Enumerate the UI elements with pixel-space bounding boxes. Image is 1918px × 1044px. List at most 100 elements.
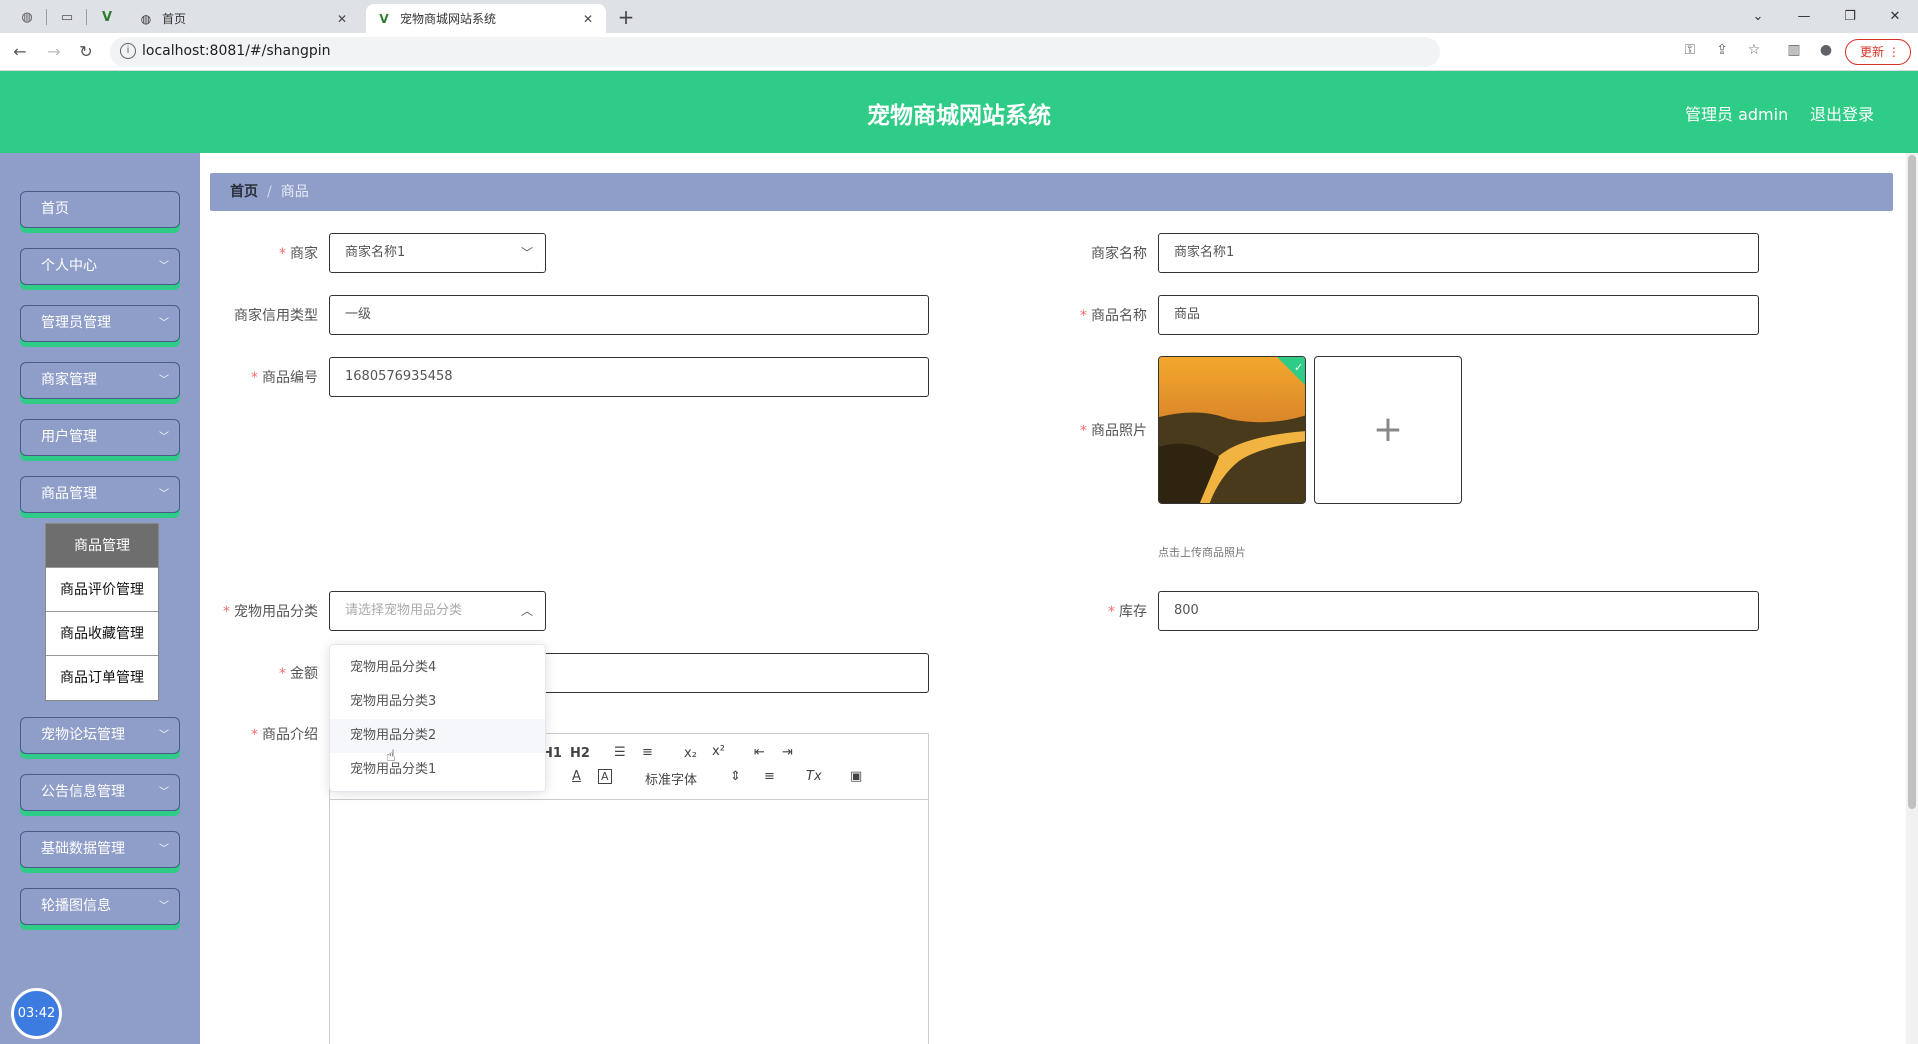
new-tab-button[interactable]: +: [614, 4, 638, 30]
product-photo-label: * 商品照片: [1037, 420, 1147, 440]
required-marker: *: [279, 666, 286, 682]
logout-link[interactable]: 退出登录: [1810, 101, 1874, 125]
merchant-name-field[interactable]: 商家名称1: [1158, 233, 1759, 273]
close-window-button[interactable]: ✕: [1872, 0, 1918, 33]
key-icon[interactable]: ⚿: [1680, 42, 1700, 62]
required-marker: *: [251, 727, 258, 743]
font-color-icon[interactable]: A: [572, 769, 581, 784]
product-photo-thumbnail[interactable]: ✓: [1158, 356, 1306, 504]
outdent-icon[interactable]: ⇤: [754, 745, 765, 760]
heading-2-icon[interactable]: H2: [570, 746, 590, 761]
sidebar-item-label: 商家管理: [41, 372, 97, 388]
product-name-label: * 商品名称: [1037, 305, 1147, 325]
sidebar-item-label: 商品管理: [41, 486, 97, 502]
stock-value: 800: [1174, 603, 1199, 618]
bullet-list-icon[interactable]: ≡: [642, 745, 653, 760]
subscript-icon[interactable]: x₂: [684, 746, 697, 761]
category-select[interactable]: 请选择宠物用品分类 ︿: [329, 591, 546, 631]
browser-toolbar: ← → ↻ i localhost:8081/#/shangpin ⚿ ⇪ ☆ …: [0, 33, 1918, 71]
merchant-select[interactable]: 商家名称1 ﹀: [329, 233, 546, 273]
tab-search-icon[interactable]: ⌄: [1735, 0, 1781, 33]
site-info-icon[interactable]: i: [120, 43, 136, 59]
dropdown-option[interactable]: 宠物用品分类4: [330, 651, 545, 685]
merchant-select-value: 商家名称1: [345, 245, 406, 260]
close-tab-icon[interactable]: ✕: [580, 12, 596, 26]
address-bar[interactable]: i localhost:8081/#/shangpin: [110, 37, 1440, 67]
sidebar-item-user-management[interactable]: 用户管理 ﹀: [20, 419, 180, 456]
tab-title: 宠物商城网站系统: [400, 12, 497, 26]
sidebar-item-label: 首页: [41, 201, 69, 217]
forward-button[interactable]: →: [42, 40, 66, 64]
browser-tab-home[interactable]: ◍ 首页 ✕: [128, 4, 360, 33]
reload-button[interactable]: ↻: [74, 40, 98, 64]
clear-format-icon[interactable]: Tx: [806, 769, 822, 784]
pinned-tab-globe-icon[interactable]: ◍: [16, 6, 38, 28]
side-panel-icon[interactable]: ▥: [1784, 42, 1804, 62]
product-code-field[interactable]: 1680576935458: [329, 357, 929, 397]
page-scrollbar[interactable]: [1906, 153, 1918, 1044]
restore-button[interactable]: ❐: [1827, 0, 1873, 33]
bookmark-star-icon[interactable]: ☆: [1744, 42, 1764, 62]
merchant-name-label: 商家名称: [1037, 243, 1147, 263]
chevron-down-icon: ﹀: [159, 489, 169, 500]
credit-type-field[interactable]: 一级: [329, 295, 929, 335]
ordered-list-icon[interactable]: ☰: [614, 745, 626, 760]
breadcrumb-home[interactable]: 首页: [230, 184, 258, 200]
label-text: 商家: [290, 246, 318, 262]
pinned-tab-vue-icon[interactable]: V: [96, 6, 118, 28]
sidebar-item-notice-management[interactable]: 公告信息管理 ﹀: [20, 774, 180, 811]
sidebar-item-basic-data-management[interactable]: 基础数据管理 ﹀: [20, 831, 180, 868]
sidebar-item-personal-center[interactable]: 个人中心 ﹀: [20, 248, 180, 285]
dropdown-option-hovered[interactable]: 宠物用品分类2: [330, 719, 545, 753]
product-name-value: 商品: [1174, 307, 1201, 322]
breadcrumb-separator: /: [267, 184, 272, 200]
upload-photo-button[interactable]: +: [1314, 356, 1462, 504]
dropdown-option[interactable]: 宠物用品分类1: [330, 753, 545, 787]
sidebar-item-forum-management[interactable]: 宠物论坛管理 ﹀: [20, 717, 180, 754]
upload-photo-hint: 点击上传商品照片: [1158, 546, 1246, 559]
submenu-item-product-orders[interactable]: 商品订单管理: [46, 656, 158, 700]
sidebar-item-merchant-management[interactable]: 商家管理 ﹀: [20, 362, 180, 399]
superscript-icon[interactable]: x²: [712, 744, 725, 759]
required-marker: *: [223, 604, 230, 620]
scrollbar-thumb[interactable]: [1908, 155, 1916, 809]
chevron-down-icon: ﹀: [159, 375, 169, 386]
label-text: 库存: [1119, 604, 1147, 620]
merchant-name-value: 商家名称1: [1174, 245, 1235, 260]
minimize-button[interactable]: —: [1781, 0, 1827, 33]
category-label: * 宠物用品分类: [208, 601, 318, 621]
browser-update-button[interactable]: 更新 ⋮: [1845, 39, 1911, 65]
background-color-icon[interactable]: A: [598, 769, 612, 784]
profile-avatar-icon[interactable]: ●: [1816, 42, 1836, 62]
close-tab-icon[interactable]: ✕: [334, 12, 350, 26]
submenu-item-product-reviews[interactable]: 商品评价管理: [46, 568, 158, 612]
dropdown-option[interactable]: 宠物用品分类3: [330, 685, 545, 719]
indent-icon[interactable]: ⇥: [782, 745, 793, 760]
back-button[interactable]: ←: [8, 40, 32, 64]
browser-tab-active[interactable]: V 宠物商城网站系统 ✕: [366, 4, 606, 33]
share-icon[interactable]: ⇪: [1712, 42, 1732, 62]
sidebar-item-product-management[interactable]: 商品管理 ﹀: [20, 476, 180, 513]
sidebar-item-label: 公告信息管理: [41, 784, 125, 800]
required-marker: *: [1108, 604, 1115, 620]
stock-label: * 库存: [1037, 601, 1147, 621]
align-left-icon[interactable]: ≡: [764, 769, 775, 784]
sidebar-item-home[interactable]: 首页: [20, 191, 180, 228]
submenu-item-product-favorites[interactable]: 商品收藏管理: [46, 612, 158, 656]
sidebar-item-label: 个人中心: [41, 258, 97, 274]
font-family-value: 标准字体: [645, 773, 698, 788]
sidebar-item-admin-management[interactable]: 管理员管理 ﹀: [20, 305, 180, 342]
chevron-down-icon: ﹀: [159, 730, 169, 741]
globe-icon: ◍: [140, 11, 152, 26]
stock-field[interactable]: 800: [1158, 591, 1759, 631]
breadcrumb-current: 商品: [280, 184, 309, 200]
pinned-tab-blank-icon[interactable]: ▭: [56, 6, 78, 28]
product-name-field[interactable]: 商品: [1158, 295, 1759, 335]
sidebar-item-carousel-info[interactable]: 轮播图信息 ﹀: [20, 888, 180, 925]
required-marker: *: [1080, 423, 1087, 439]
category-dropdown: 宠物用品分类4 宠物用品分类3 宠物用品分类2 宠物用品分类1: [329, 644, 546, 792]
font-family-select[interactable]: 标准字体: [645, 769, 697, 788]
submenu-item-product-management[interactable]: 商品管理: [46, 524, 158, 568]
image-icon[interactable]: ▣: [850, 769, 862, 784]
label-text: 商品照片: [1091, 423, 1147, 439]
